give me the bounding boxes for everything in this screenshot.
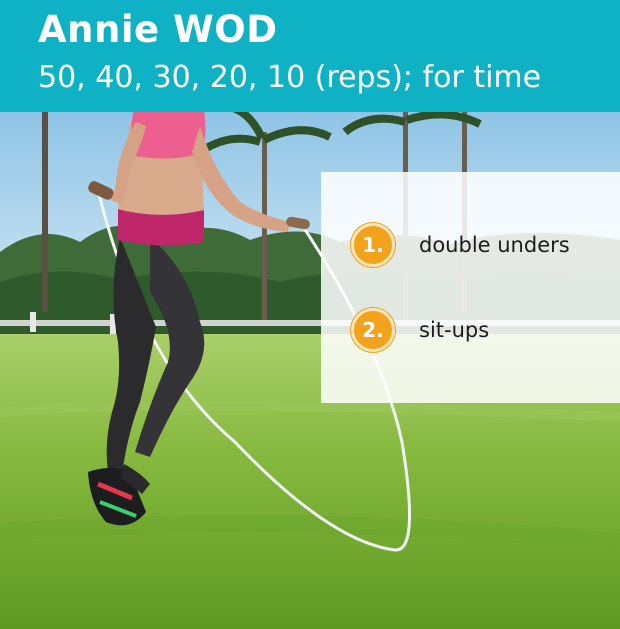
step-number-badge: 1. xyxy=(351,223,395,267)
header-banner: Annie WOD 50, 40, 30, 20, 10 (reps); for… xyxy=(0,0,620,112)
exercise-item: 1. double unders xyxy=(351,223,570,267)
workout-card-image: Annie WOD 50, 40, 30, 20, 10 (reps); for… xyxy=(0,0,620,629)
exercise-name: sit-ups xyxy=(419,318,490,342)
step-number-badge: 2. xyxy=(351,308,395,352)
exercise-item: 2. sit-ups xyxy=(351,308,489,352)
workout-subtitle: 50, 40, 30, 20, 10 (reps); for time xyxy=(38,60,542,95)
exercise-list: 1. double unders 2. sit-ups xyxy=(321,172,620,403)
exercise-name: double unders xyxy=(419,233,570,257)
workout-title: Annie WOD xyxy=(38,8,278,51)
